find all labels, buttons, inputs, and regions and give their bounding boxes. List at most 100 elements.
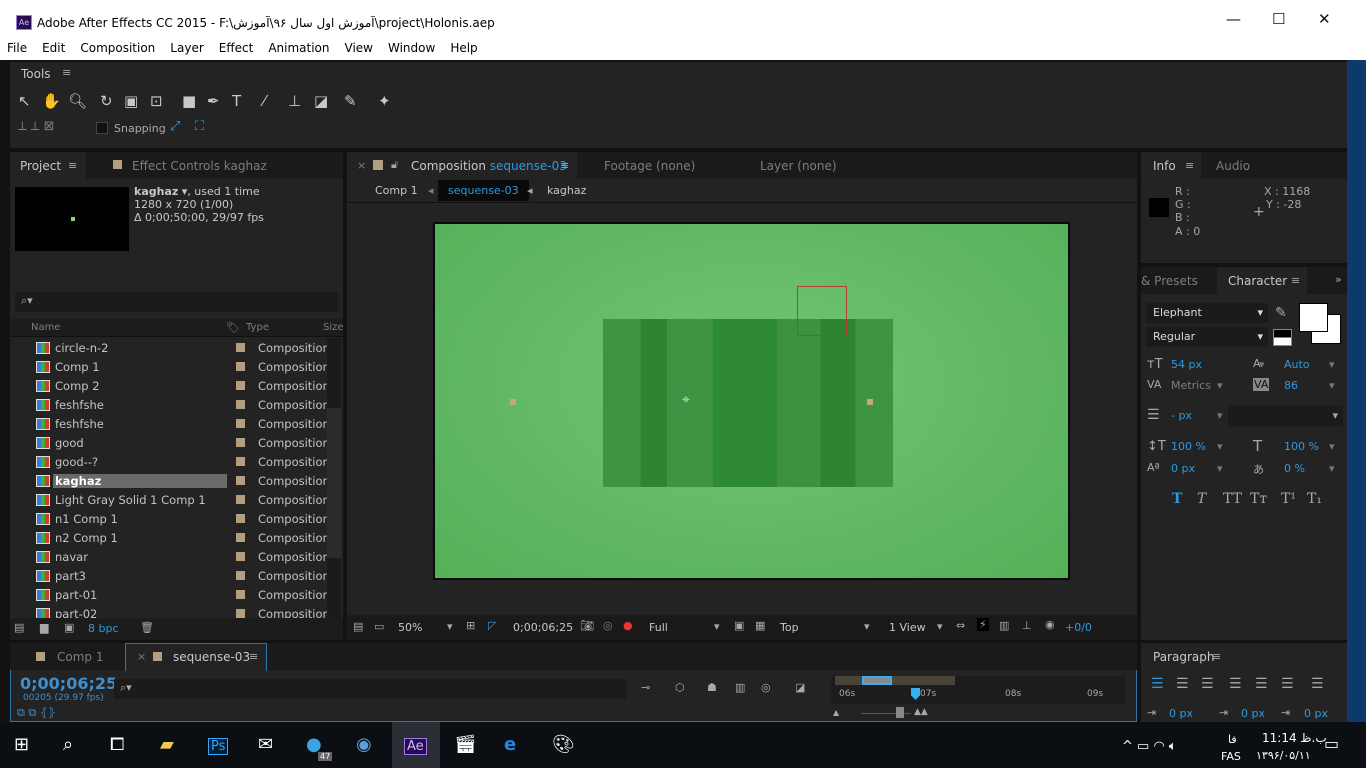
snap-edges-icon[interactable]: ⤢ (170, 119, 180, 134)
dropdown-icon[interactable]: ▾ (864, 620, 870, 633)
roto-brush-tool-icon[interactable]: ✎ (344, 92, 357, 110)
movie-maker-icon[interactable]: 🎬︎ (454, 734, 477, 755)
dropdown-icon[interactable]: ▾ (937, 620, 943, 633)
close-tab-icon[interactable]: × (357, 159, 366, 172)
language-indicator[interactable]: FAS (1221, 750, 1241, 763)
tab-audio[interactable]: Audio (1216, 159, 1250, 173)
zoom-out-icon[interactable]: ▲ (833, 708, 839, 717)
panel-menu-icon[interactable]: ≡ (1212, 650, 1221, 663)
timeline-search-input[interactable]: ⌕▾ (114, 679, 626, 699)
label-color-icon[interactable] (236, 590, 245, 599)
label-color-icon[interactable] (236, 476, 245, 485)
project-item[interactable]: good--? Composition (20, 452, 336, 471)
dropdown-icon[interactable]: ▾ (447, 620, 453, 633)
label-color-icon[interactable] (236, 343, 245, 352)
small-caps-button[interactable]: Tт (1250, 491, 1267, 507)
panel-menu-icon[interactable]: ≡ (68, 159, 77, 172)
file-explorer-icon[interactable]: ▰ (160, 734, 174, 755)
tab-sequense-03[interactable]: sequense-03 (173, 650, 250, 664)
current-time-display[interactable]: 0;00;06;25 (20, 674, 117, 693)
pan-behind-tool-icon[interactable]: ⊡ (150, 92, 163, 110)
superscript-button[interactable]: T¹ (1281, 491, 1296, 507)
axis-mode-icons[interactable]: ⟂ ⟂ ⊠ (18, 119, 55, 134)
camera-view-dropdown[interactable]: Top (780, 621, 799, 634)
dropdown-icon[interactable]: ▾ (714, 620, 720, 633)
horizontal-scale-value[interactable]: 100 % (1284, 440, 1319, 453)
frame-blending-icon[interactable]: ▥ (735, 681, 745, 694)
snapshot-icon[interactable]: 📷︎ (580, 619, 594, 632)
project-item[interactable]: part3 Composition (20, 566, 336, 585)
font-family-dropdown[interactable]: Elephant ▾ (1146, 303, 1268, 323)
more-panels-icon[interactable]: » (1335, 273, 1342, 286)
faux-italic-button[interactable]: T (1197, 491, 1206, 507)
delete-icon[interactable]: 🗑︎ (140, 621, 154, 634)
menu-view[interactable]: View (338, 38, 381, 60)
align-left-icon[interactable]: ☰ (1151, 676, 1164, 692)
time-ruler[interactable]: 06s 07s 08s 09s (831, 676, 1126, 704)
eraser-tool-icon[interactable]: ◪ (314, 92, 328, 110)
close-tab-icon[interactable]: × (137, 650, 146, 663)
show-snapshot-icon[interactable]: ◎ (603, 619, 613, 632)
menu-window[interactable]: Window (381, 38, 443, 60)
tab-effects-presets[interactable]: & Presets (1141, 274, 1198, 288)
baseline-shift-value[interactable]: 0 px (1171, 462, 1195, 475)
indent-right-value[interactable]: 0 px (1304, 707, 1328, 720)
dropdown-icon[interactable]: ▾ (1217, 409, 1223, 422)
project-item[interactable]: circle-n-2 Composition (20, 338, 336, 357)
stroke-width-value[interactable]: - px (1171, 409, 1192, 422)
always-preview-icon[interactable]: ▤ (353, 620, 363, 633)
eyedropper-icon[interactable]: ✎ (1275, 305, 1287, 321)
resolution-dropdown[interactable]: Full (649, 621, 668, 634)
rectangle-tool-icon[interactable]: ■ (182, 92, 196, 110)
label-color-icon[interactable] (236, 457, 245, 466)
panel-menu-icon[interactable]: ≡ (560, 159, 569, 172)
project-item[interactable]: Comp 2 Composition (20, 376, 336, 395)
project-item[interactable]: good Composition (20, 433, 336, 452)
zoom-tool-icon[interactable]: 🔍︎ (68, 92, 87, 110)
task-view-icon[interactable]: ⧠ (110, 734, 124, 755)
scrollbar[interactable] (327, 338, 341, 618)
project-search-input[interactable]: ⌕▾ (15, 292, 338, 312)
label-color-icon[interactable] (236, 609, 245, 618)
justify-all-icon[interactable]: ☰ (1311, 676, 1324, 692)
brush-tool-icon[interactable]: ⁄ (263, 92, 266, 110)
timeline-icon[interactable]: ▥ (999, 619, 1009, 632)
fast-previews-icon[interactable]: ⚡ (977, 618, 989, 631)
tab-effect-controls[interactable]: Effect Controls kaghaz (132, 159, 267, 173)
zoom-slider-handle[interactable] (896, 707, 904, 718)
search-icon[interactable]: ⌕ (63, 734, 73, 755)
label-color-icon[interactable] (236, 533, 245, 542)
interpret-footage-icon[interactable]: ▤ (14, 621, 24, 634)
align-right-icon[interactable]: ☰ (1201, 676, 1214, 692)
label-color-icon[interactable] (236, 495, 245, 504)
puppet-pin-tool-icon[interactable]: ✦ (378, 92, 391, 110)
composition-flowchart-icon[interactable]: ⊸ (641, 681, 650, 694)
project-item[interactable]: feshfshe Composition (20, 395, 336, 414)
monitor-icon[interactable]: ▭ (374, 620, 384, 633)
faux-bold-button[interactable]: T (1172, 491, 1182, 507)
black-white-swatch[interactable] (1273, 329, 1292, 346)
panel-menu-icon[interactable]: ≡ (249, 650, 258, 663)
layer-switches-icons[interactable]: ⧉ ⧉ ⦃⦄ (17, 706, 56, 720)
after-effects-icon[interactable]: Ae (404, 738, 427, 755)
hand-tool-icon[interactable]: ✋ (42, 92, 61, 110)
exposure-value[interactable]: +0/0 (1065, 621, 1092, 634)
mask-visibility-icon[interactable]: ◸ (488, 619, 496, 632)
clone-stamp-tool-icon[interactable]: ⊥ (288, 92, 301, 110)
column-size[interactable]: Size (323, 322, 344, 333)
pen-tool-icon[interactable]: ✒ (207, 92, 220, 110)
camera-tool-icon[interactable]: ▣ (124, 92, 138, 110)
draft-3d-icon[interactable]: ⬡ (675, 681, 685, 694)
zoom-in-icon[interactable]: ▲▲ (914, 707, 928, 717)
tsume-value[interactable]: 0 % (1284, 462, 1305, 475)
tab-composition-name[interactable]: sequense-03 (490, 159, 567, 173)
kerning-value[interactable]: Metrics (1171, 379, 1211, 392)
flowchart-icon[interactable]: ⊥ (1022, 619, 1032, 632)
project-item[interactable]: navar Composition (20, 547, 336, 566)
project-item[interactable]: Light Gray Solid 1 Comp 1 Composition (20, 490, 336, 509)
grid-guides-icon[interactable]: ⊞ (466, 619, 475, 632)
notifications-icon[interactable]: ▭ (1324, 734, 1339, 753)
label-color-icon[interactable] (236, 419, 245, 428)
new-composition-icon[interactable]: ▣ (64, 621, 74, 634)
paint-icon[interactable]: 🎨︎ (552, 734, 575, 755)
